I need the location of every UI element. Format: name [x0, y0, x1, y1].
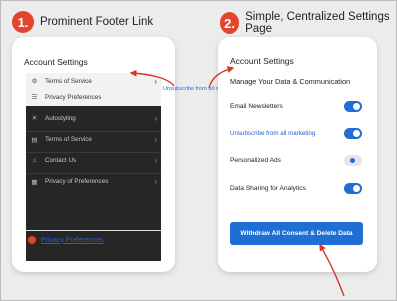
menu-item-contact-us[interactable]: ⌂ Contact Us ›	[26, 152, 161, 168]
manage-data-subheading: Manage Your Data & Communication	[230, 77, 351, 86]
menu-item-terms-of-service[interactable]: ▤ Terms of Service ›	[26, 131, 161, 147]
footer-link-mockup-card: Account Settings ⚙ Terms of Service › ☰ …	[12, 37, 175, 272]
menu-item-label: Privacy Preferences	[45, 93, 102, 101]
chevron-right-icon: ›	[154, 177, 157, 186]
setting-label: Data Sharing for Analytics	[230, 184, 306, 192]
menu-item-label: Terms of Service	[45, 136, 92, 143]
account-settings-heading: Account Settings	[230, 56, 294, 66]
setting-row-unsubscribe: Unsubscribe from all marketing	[230, 126, 362, 140]
personalized-ads-toggle[interactable]	[344, 154, 362, 166]
setting-row-data-sharing: Data Sharing for Analytics	[230, 181, 362, 195]
menu-item-label: Contact Us	[45, 157, 77, 164]
settings-menu-top: ⚙ Terms of Service › ☰ Privacy Preferenc…	[26, 73, 161, 106]
toggle-knob	[353, 102, 360, 110]
menu-item-terms-of-service[interactable]: ⚙ Terms of Service ›	[26, 73, 161, 89]
toggle-knob	[353, 184, 360, 192]
account-settings-heading: Account Settings	[24, 57, 88, 67]
step-2-header: 2. Simple, Centralized Settings Page	[220, 11, 397, 35]
step-number-badge: 1.	[12, 11, 34, 33]
chevron-right-icon: ›	[154, 156, 157, 165]
step-number-badge: 2.	[220, 12, 240, 34]
withdraw-consent-delete-data-button[interactable]: Withdraw All Consent & Delete Data	[230, 222, 363, 245]
step-1-header: 1. Prominent Footer Link	[12, 11, 153, 33]
email-newsletters-toggle[interactable]	[344, 100, 362, 112]
grid-icon: ▦	[31, 178, 38, 186]
unsubscribe-toggle[interactable]	[344, 127, 362, 139]
chevron-right-icon: ›	[154, 113, 157, 123]
menu-item-privacy-preferences[interactable]: ☰ Privacy Preferences	[26, 89, 161, 105]
menu-item-autostyling[interactable]: ✕ Autostyling ›	[26, 110, 161, 126]
data-sharing-toggle[interactable]	[344, 182, 362, 194]
setting-row-personalized-ads: Personalized Ads	[230, 153, 362, 167]
building-icon: ⌂	[32, 157, 37, 164]
toggle-knob	[353, 129, 360, 137]
gear-icon: ⚙	[31, 78, 38, 85]
chevron-right-icon: ›	[154, 135, 157, 144]
settings-page-card: Account Settings Manage Your Data & Comm…	[218, 37, 377, 272]
setting-label: Email Newsletters	[230, 102, 283, 110]
step-title: Simple, Centralized Settings Page	[245, 11, 390, 35]
toggle-knob	[350, 157, 355, 163]
setting-row-email-newsletters: Email Newsletters	[230, 99, 362, 113]
red-dot-icon	[28, 236, 36, 244]
footer-link-label: Privacy Preferences	[41, 236, 104, 244]
menu-item-label: Privacy of Preferences	[45, 178, 109, 185]
document-icon: ▤	[31, 136, 38, 144]
unsubscribe-link[interactable]: Unsubscribe from all marketing	[230, 130, 344, 137]
list-icon: ☰	[31, 94, 38, 101]
chevron-right-icon: ›	[154, 76, 157, 86]
menu-item-privacy-of-preferences[interactable]: ▦ Privacy of Preferences ›	[26, 173, 161, 189]
footer-divider	[26, 230, 161, 231]
menu-item-label: Terms of Service	[45, 77, 92, 85]
setting-label: Personalized Ads	[230, 156, 281, 164]
step-title: Prominent Footer Link	[40, 16, 154, 28]
tools-icon: ✕	[31, 115, 38, 122]
footer-privacy-preferences-link[interactable]: Privacy Preferences	[28, 236, 104, 244]
menu-item-label: Autostyling	[45, 114, 76, 122]
